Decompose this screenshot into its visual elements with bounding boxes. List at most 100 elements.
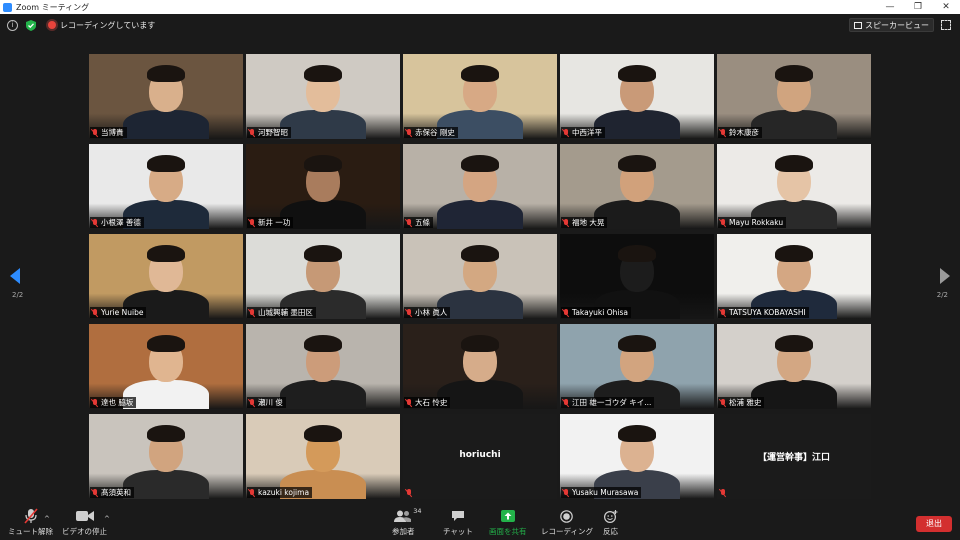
participant-video-tile[interactable]: 小林 眞人 [403,234,557,319]
participant-name-label: Mayu Rokkaku [718,217,787,228]
record-button[interactable]: レコーディング [541,508,593,537]
participant-video-tile[interactable]: 中西洋平 [560,54,714,139]
participant-name-text: 小林 眞人 [415,308,448,317]
participant-video-tile[interactable]: Yusaku Murasawa [560,414,714,499]
participant-video-tile[interactable]: horiuchi [403,414,557,499]
participant-name-text: 江田 雄一ゴウダ キイ... [572,398,652,407]
close-button[interactable]: ✕ [932,2,960,12]
audio-options-chevron-icon[interactable]: ^ [44,515,50,523]
participant-name-label: 河野智昭 [247,127,291,138]
participant-video-tile[interactable]: 髙須英和 [89,414,243,499]
participant-name-label: 達也 脇坂 [90,397,137,408]
mic-muted-icon [720,128,726,137]
participant-video-tile[interactable]: 五條 [403,144,557,229]
speaker-view-label: スピーカービュー [865,20,929,30]
fullscreen-icon[interactable] [941,20,951,30]
participant-video-tile[interactable]: 福地 大晃 [560,144,714,229]
participant-name-label: 大石 怜史 [404,397,451,408]
participant-video-tile[interactable]: 山城興輔 墨田区 [246,234,400,319]
mic-muted-icon [92,308,98,317]
participant-video-tile[interactable]: 達也 脇坂 [89,324,243,409]
participant-name-text: Mayu Rokkaku [729,218,784,227]
participant-name-label: 小根澤 善德 [90,217,144,228]
participant-video-tile[interactable]: 当博貴 [89,54,243,139]
window-titlebar: Zoom ミーティング — ❐ ✕ [0,0,960,14]
info-icon[interactable]: i [7,19,18,31]
participant-name-label: 中西洋平 [561,127,605,138]
minimize-button[interactable]: — [876,2,904,12]
record-label: レコーディング [541,527,593,536]
share-screen-icon [500,510,515,522]
next-page-arrow-icon[interactable] [940,268,950,284]
participants-label: 参加者 [392,527,415,536]
meeting-topbar: i レコーディングしています スピーカービュー [0,14,960,36]
mic-muted-icon [92,218,98,227]
meeting-toolbar: ミュート解除 ^ ビデオの停止 ^ 34 参加者 チャット 画面を共有 レコーデ… [0,504,960,540]
participant-video-tile[interactable]: 松浦 雅史 [717,324,871,409]
previous-page-arrow-icon[interactable] [10,268,20,284]
participant-video-tile[interactable]: 赤保谷 剛史 [403,54,557,139]
participant-name-label: 鈴木康彦 [718,127,762,138]
participant-video-tile[interactable]: 新井 一功 [246,144,400,229]
participant-display-name: 【運営幹事】江口 [757,453,830,463]
page-indicator-right: 2/2 [936,291,948,299]
participants-button[interactable]: 34 参加者 [392,507,422,537]
zoom-logo-icon [3,2,12,12]
participant-video-tile[interactable]: kazuki kojima [246,414,400,499]
participant-name-label: Yusaku Murasawa [561,487,642,498]
reactions-label: 反応 [603,527,618,536]
participant-video-tile[interactable]: 鈴木康彦 [717,54,871,139]
mic-muted-icon [249,128,255,137]
chat-button[interactable]: チャット [443,508,473,537]
participant-name-text: Yusaku Murasawa [572,488,639,497]
maximize-button[interactable]: ❐ [904,2,932,12]
speaker-view-button[interactable]: スピーカービュー [849,18,934,32]
participant-video-tile[interactable]: Mayu Rokkaku [717,144,871,229]
participant-video-tile[interactable]: 【運営幹事】江口 [717,414,871,499]
participant-name-label: 当博貴 [90,127,127,138]
participant-name-label: 福地 大晃 [561,217,608,228]
participant-video-tile[interactable]: 江田 雄一ゴウダ キイ... [560,324,714,409]
participant-name-label: Yurie Nuibe [90,307,147,318]
mic-muted-icon [563,218,569,227]
participant-video-tile[interactable]: Yurie Nuibe [89,234,243,319]
stop-video-button[interactable]: ビデオの停止 [62,508,107,537]
participant-name-text: 山城興輔 墨田区 [258,308,313,317]
microphone-muted-icon [23,508,38,524]
chat-bubble-icon [451,511,464,521]
mic-muted-icon [249,488,255,497]
shield-icon[interactable] [26,19,36,31]
participant-video-tile[interactable]: 大石 怜史 [403,324,557,409]
participant-name-text: 新井 一功 [258,218,291,227]
view-grid-icon [854,21,862,29]
video-camera-icon [75,511,94,521]
participant-video-tile[interactable]: Takayuki Ohisa [560,234,714,319]
participant-name-text: 髙須英和 [101,488,131,497]
participant-name-label [718,487,732,498]
participant-video-tile[interactable]: 瀬川 俊 [246,324,400,409]
participant-name-text: Takayuki Ohisa [572,308,628,317]
participants-icon [394,510,412,522]
page-indicator-left: 2/2 [12,291,24,299]
mic-muted-icon [720,398,726,407]
mic-muted-icon [720,488,726,497]
recording-status-text: レコーディングしています [60,20,156,30]
mic-muted-icon [249,398,255,407]
reactions-button[interactable]: 反応 [603,508,618,537]
leave-meeting-button[interactable]: 退出 [916,516,952,532]
mic-muted-icon [249,308,255,317]
participant-video-tile[interactable]: 河野智昭 [246,54,400,139]
gallery-grid: 当博貴 河野智昭 赤保谷 剛史 中西洋平 鈴木康彦小根澤 善德 新井 一功 五條 福地 大晃 M… [89,54,871,499]
participant-name-label: 新井 一功 [247,217,294,228]
participant-name-text: 中西洋平 [572,128,602,137]
mic-muted-icon [563,128,569,137]
video-options-chevron-icon[interactable]: ^ [104,515,110,523]
participant-name-label: 山城興輔 墨田区 [247,307,316,318]
participant-video-tile[interactable]: 小根澤 善德 [89,144,243,229]
mic-muted-icon [406,218,412,227]
share-screen-button[interactable]: 画面を共有 [489,508,527,537]
participant-name-text: TATSUYA KOBAYASHI [729,308,806,317]
share-screen-label: 画面を共有 [489,527,527,536]
participant-video-tile[interactable]: TATSUYA KOBAYASHI [717,234,871,319]
participant-name-text: 瀬川 俊 [258,398,283,407]
